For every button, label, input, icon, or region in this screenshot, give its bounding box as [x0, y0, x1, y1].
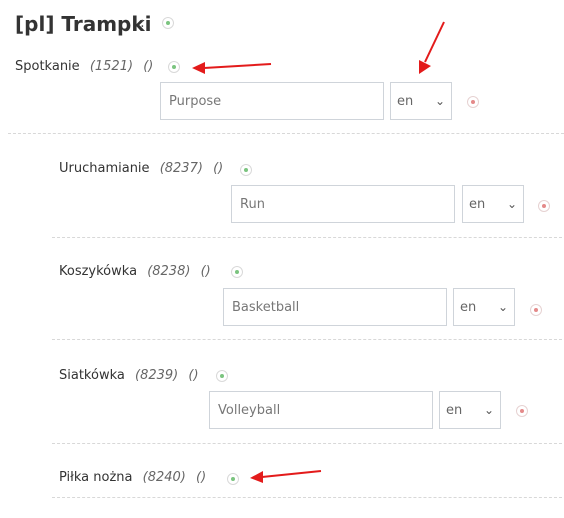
term-extra: (): [213, 161, 224, 176]
remove-translation-icon[interactable]: [538, 200, 550, 212]
language-value: en: [469, 196, 486, 212]
separator: [52, 237, 562, 238]
separator: [52, 443, 562, 444]
term-id: (8237): [159, 161, 203, 176]
language-select[interactable]: en ⌄: [390, 82, 452, 120]
page-title: [pl] Trampki: [15, 12, 152, 36]
add-translation-icon[interactable]: [162, 17, 174, 29]
language-select[interactable]: en ⌄: [462, 185, 524, 223]
annotation-arrow: [192, 62, 272, 74]
remove-translation-icon[interactable]: [467, 96, 479, 108]
chevron-down-icon: ⌄: [506, 197, 517, 211]
translation-input[interactable]: Purpose: [160, 82, 384, 120]
annotation-arrow: [250, 470, 322, 483]
chevron-down-icon: ⌄: [483, 403, 494, 417]
term-extra: (): [143, 59, 154, 74]
term-label: Koszykówka (8238) (): [59, 264, 211, 279]
annotation-overlay: [192, 21, 445, 483]
term-label: Uruchamianie (8237) (): [59, 161, 223, 176]
add-translation-icon[interactable]: [216, 370, 228, 382]
language-value: en: [460, 299, 477, 315]
term-name: Piłka nożna: [59, 470, 133, 485]
language-value: en: [446, 402, 463, 418]
term-id: (8238): [147, 264, 191, 279]
term-label: Piłka nożna (8240) (): [59, 470, 206, 485]
remove-translation-icon[interactable]: [516, 405, 528, 417]
term-id: (8240): [142, 470, 186, 485]
term-name: Koszykówka: [59, 264, 138, 279]
term-name: Spotkanie: [15, 59, 80, 74]
separator: [8, 133, 564, 134]
term-id: (8239): [135, 368, 179, 383]
translation-input[interactable]: Volleyball: [209, 391, 433, 429]
term-extra: (): [200, 264, 211, 279]
remove-translation-icon[interactable]: [530, 304, 542, 316]
term-label: Siatkówka (8239) (): [59, 368, 199, 383]
annotation-arrow: [419, 21, 445, 74]
translation-input[interactable]: Basketball: [223, 288, 447, 326]
separator: [52, 497, 562, 498]
add-translation-icon[interactable]: [240, 164, 252, 176]
add-translation-icon[interactable]: [227, 473, 239, 485]
term-id: (1521): [89, 59, 134, 74]
term-label: Spotkanie (1521) (): [15, 59, 153, 74]
term-extra: (): [188, 368, 199, 383]
language-value: en: [397, 93, 414, 109]
title-colon: :: [140, 15, 145, 31]
term-name: Uruchamianie: [59, 161, 150, 176]
language-select[interactable]: en ⌄: [439, 391, 501, 429]
add-translation-icon[interactable]: [231, 266, 243, 278]
translation-input[interactable]: Run: [231, 185, 455, 223]
language-select[interactable]: en ⌄: [453, 288, 515, 326]
add-translation-icon[interactable]: [168, 61, 180, 73]
chevron-down-icon: ⌄: [434, 94, 445, 108]
separator: [52, 339, 562, 340]
chevron-down-icon: ⌄: [497, 300, 508, 314]
term-name: Siatkówka: [59, 368, 125, 383]
term-extra: (): [196, 470, 207, 485]
